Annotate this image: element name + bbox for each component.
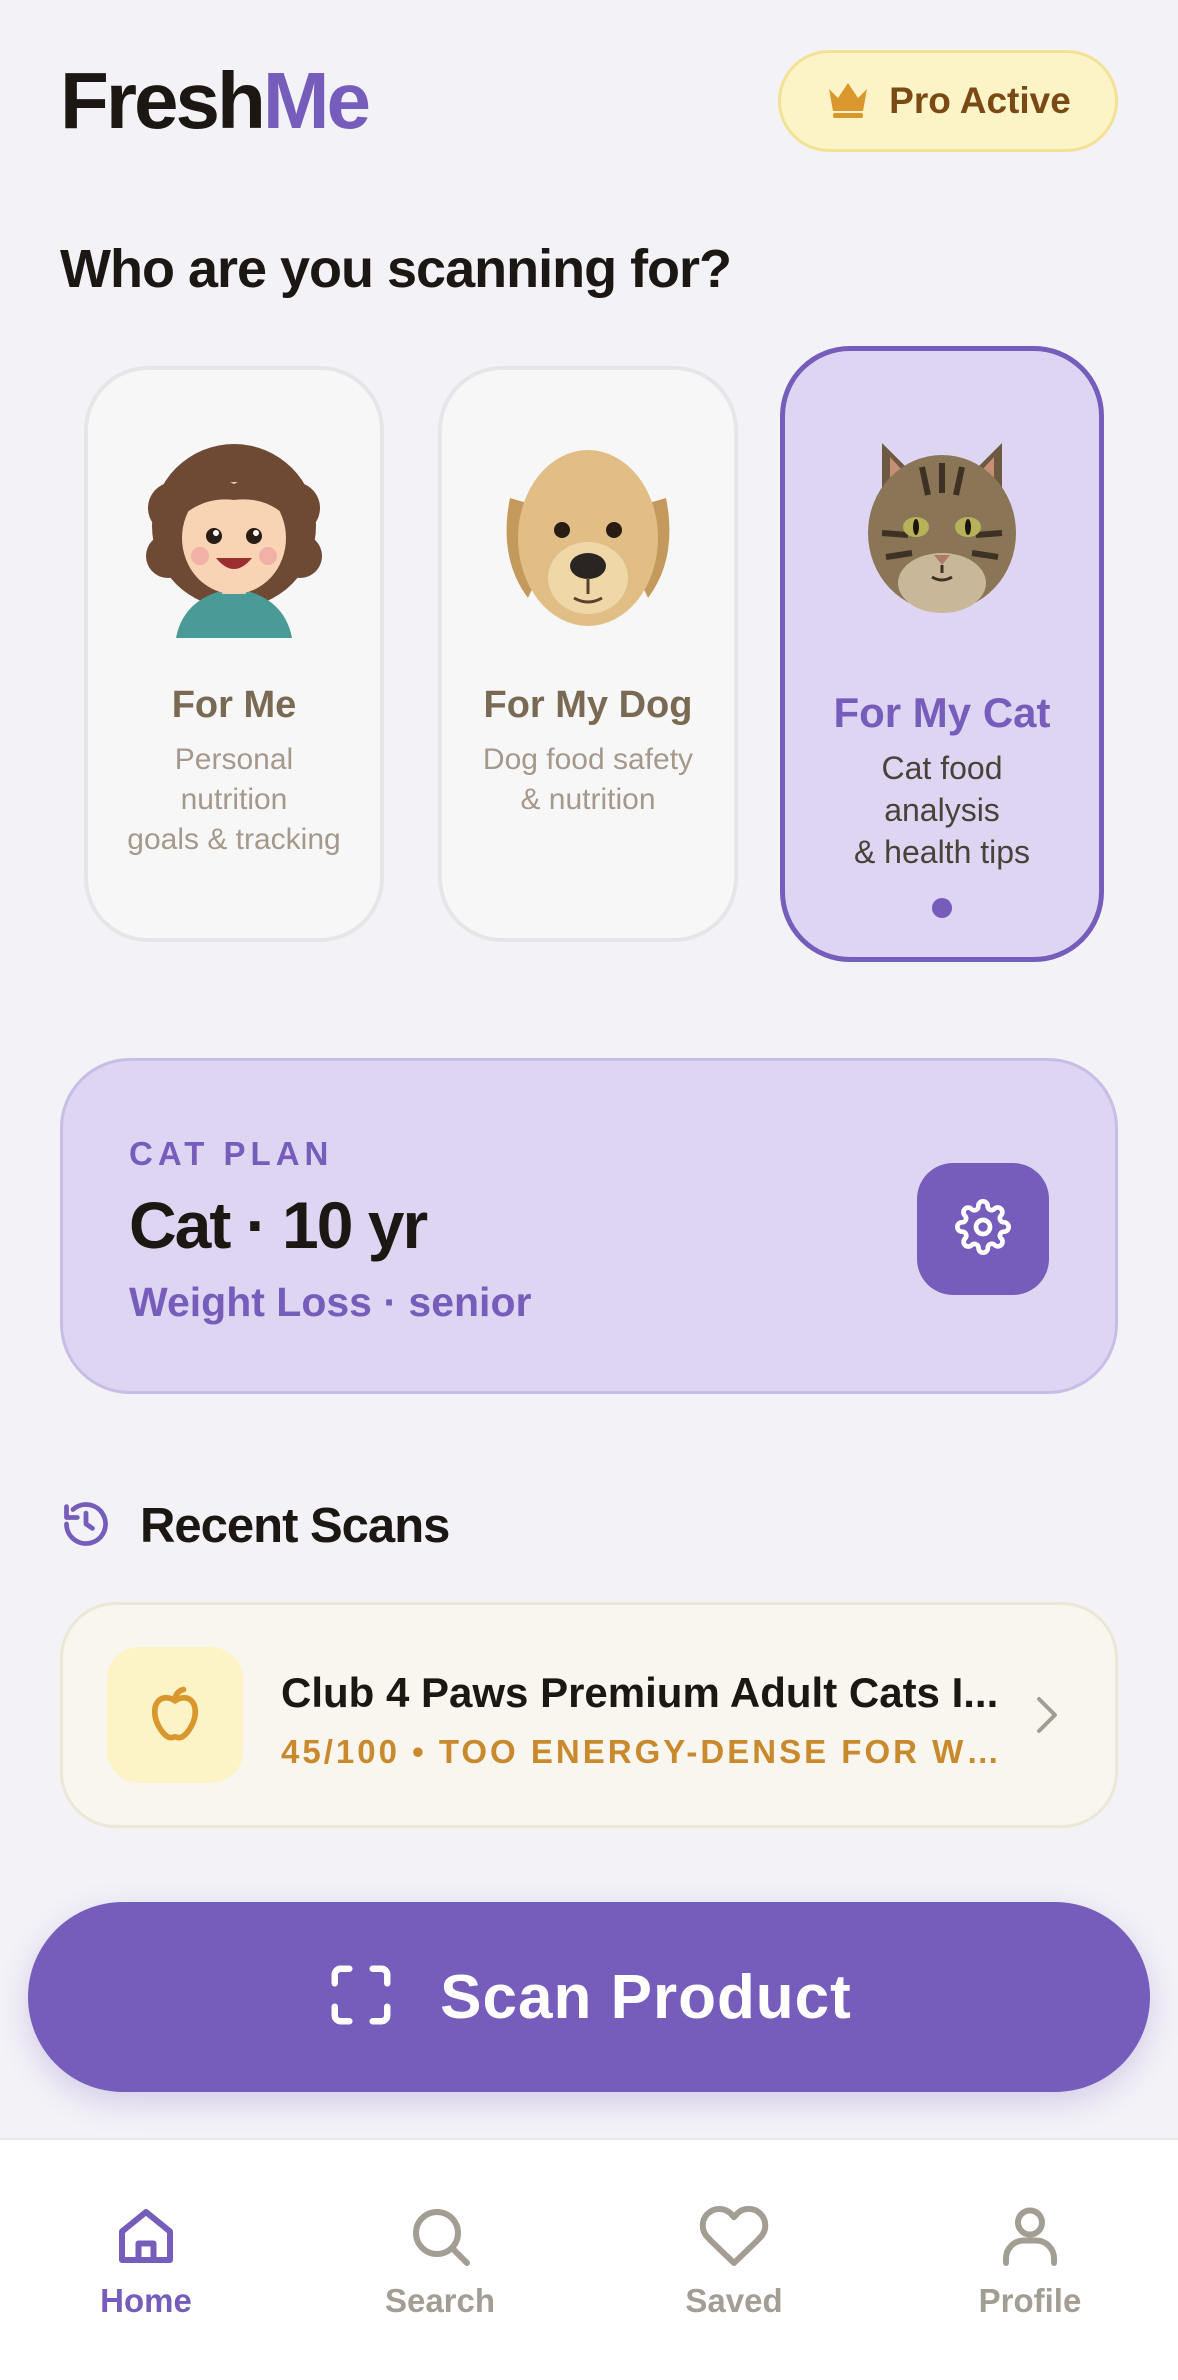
- nav-profile[interactable]: Profile: [920, 2192, 1140, 2322]
- pro-status-badge[interactable]: Pro Active: [778, 50, 1118, 152]
- section-title: Who are you scanning for?: [60, 239, 732, 299]
- profile-card-title: For My Cat: [833, 689, 1051, 736]
- plan-eyebrow: CAT PLAN: [129, 1135, 334, 1172]
- profile-card-subtitle: Dog food safety & nutrition: [482, 743, 694, 816]
- profile-icon: [920, 2192, 1140, 2272]
- logo-text-fresh: Fresh: [60, 56, 266, 145]
- profile-card-dog[interactable]: For My Dog Dog food safety & nutrition: [438, 366, 738, 942]
- plan-title: Cat · 10 yr: [129, 1188, 428, 1262]
- history-icon: [60, 1498, 112, 1555]
- profile-card-cat[interactable]: For My Cat Cat food analysis & health ti…: [780, 346, 1104, 962]
- scan-frame-icon: [326, 1960, 396, 2035]
- plan-settings-button[interactable]: [917, 1163, 1049, 1295]
- recent-scans-title: Recent Scans: [140, 1499, 450, 1553]
- cat-avatar-icon: [842, 423, 1042, 623]
- home-icon: [36, 2192, 256, 2272]
- gear-icon: [955, 1198, 1011, 1260]
- scan-item-score: 45/100 • TOO ENERGY-DENSE FOR WEI...: [281, 1733, 1021, 1770]
- search-icon: [330, 2192, 550, 2272]
- scan-product-button[interactable]: Scan Product: [28, 1902, 1150, 2092]
- recent-scan-item[interactable]: Club 4 Paws Premium Adult Cats I... 45/1…: [60, 1602, 1118, 1828]
- profile-card-subtitle: Personal nutrition goals & tracking: [127, 743, 341, 856]
- nav-search[interactable]: Search: [330, 2192, 550, 2322]
- scan-product-label: Scan Product: [440, 1962, 852, 2032]
- nav-saved[interactable]: Saved: [624, 2192, 844, 2322]
- bottom-navigation: Home Search Saved Profile: [0, 2138, 1178, 2380]
- recent-scans-header: Recent Scans: [60, 1496, 450, 1556]
- profile-card-title: For Me: [171, 684, 297, 726]
- girl-avatar-icon: [134, 438, 334, 638]
- heart-icon: [624, 2192, 844, 2272]
- app-header: FreshMe Pro Active: [60, 50, 1118, 152]
- nav-search-label: Search: [384, 2282, 496, 2319]
- nav-home[interactable]: Home: [36, 2192, 256, 2322]
- logo-text-me: Me: [262, 56, 371, 145]
- scan-item-name: Club 4 Paws Premium Adult Cats I...: [281, 1669, 999, 1716]
- dog-avatar-icon: [488, 438, 688, 638]
- pet-plan-card[interactable]: CAT PLAN Cat · 10 yr Weight Loss · senio…: [60, 1058, 1118, 1394]
- chevron-right-icon: [1035, 1693, 1059, 1742]
- apple-icon: [107, 1647, 243, 1783]
- crown-icon: [825, 79, 871, 124]
- nav-saved-label: Saved: [685, 2282, 783, 2319]
- profile-card-me[interactable]: For Me Personal nutrition goals & tracki…: [84, 366, 384, 942]
- app-logo: FreshMe: [60, 56, 371, 146]
- nav-profile-label: Profile: [978, 2282, 1082, 2319]
- profile-card-subtitle: Cat food analysis & health tips: [853, 750, 1031, 870]
- profile-card-title: For My Dog: [483, 684, 693, 726]
- nav-home-label: Home: [100, 2282, 192, 2319]
- plan-subtitle: Weight Loss · senior: [129, 1279, 532, 1325]
- pro-badge-label: Pro Active: [889, 80, 1071, 121]
- selected-indicator-dot: [932, 898, 952, 918]
